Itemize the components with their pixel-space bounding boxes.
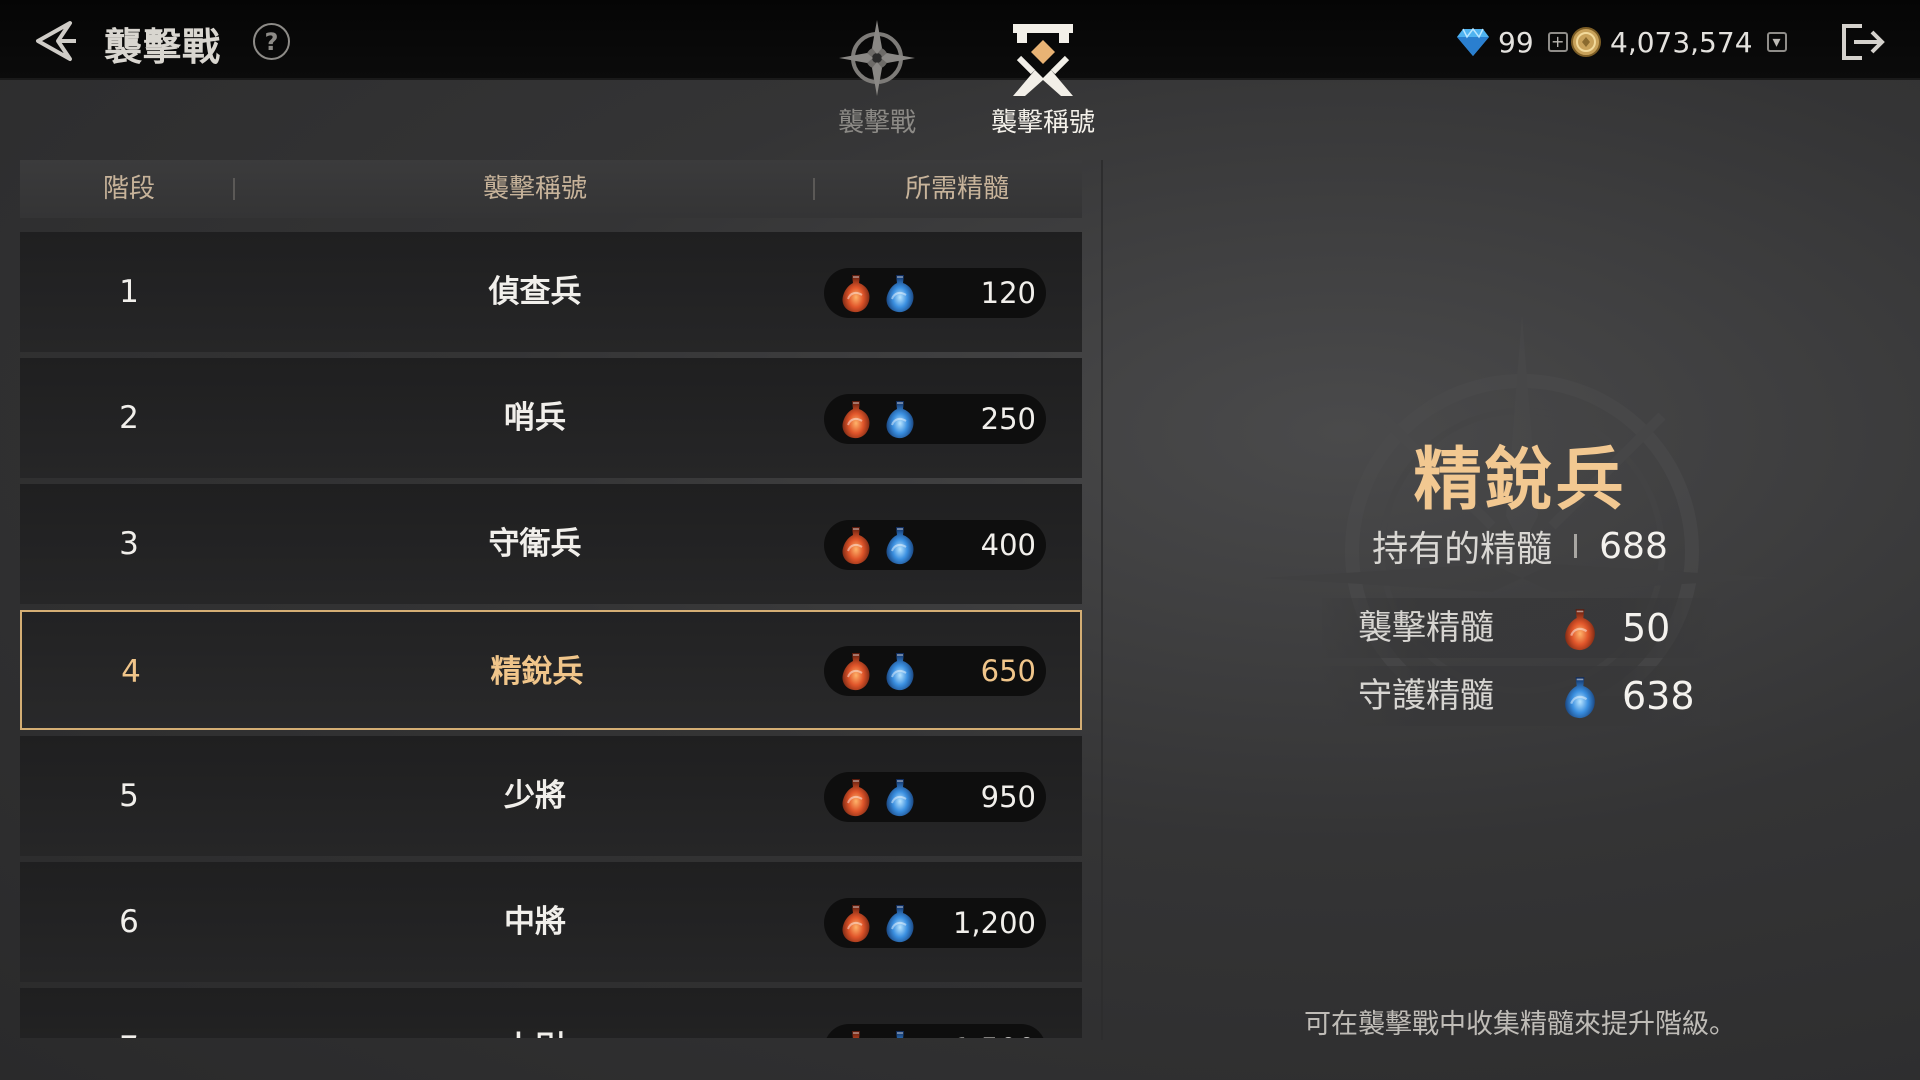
header-title: 襲擊稱號 (482, 174, 587, 204)
red-essence-icon (836, 271, 876, 315)
required-amount: 950 (980, 780, 1036, 814)
table-row[interactable]: 3 守衛兵 400 (20, 484, 1082, 604)
row-stage: 7 (20, 988, 238, 1038)
raid-essence-row: 襲擊精髓 50 (1322, 598, 1720, 658)
table-row[interactable]: 2 哨兵 250 (20, 358, 1082, 478)
required-amount: 1,200 (952, 906, 1036, 940)
exit-icon (1842, 24, 1885, 60)
hint-text: 可在襲擊戰中收集精髓來提升階級。 (1304, 1009, 1736, 1040)
red-essence-icon (836, 523, 876, 567)
help-icon: ? (264, 27, 279, 56)
owned-essence-summary: 持有的精髓 688 (1270, 520, 1770, 572)
essence-requirement: 1,200 (824, 898, 1046, 948)
separator (1574, 534, 1578, 558)
required-amount: 400 (980, 528, 1036, 562)
chevron-down-icon: ▾ (1772, 32, 1781, 51)
row-title: 守衛兵 (488, 526, 582, 562)
essence-requirement: 650 (824, 646, 1046, 696)
back-arrow-icon (36, 21, 76, 61)
gold-currency: 4,073,574 ▾ (1570, 22, 1787, 62)
required-amount: 650 (980, 654, 1036, 688)
row-title: 中將 (504, 904, 566, 940)
essence-requirement: 120 (824, 268, 1046, 318)
blue-essence-icon (880, 775, 920, 819)
blue-essence-icon (880, 397, 920, 441)
red-essence-icon (836, 649, 876, 693)
panel-divider (1101, 160, 1103, 1040)
essence-requirement: 1,500 (824, 1024, 1046, 1038)
red-essence-icon (836, 1027, 876, 1038)
table-row-selected[interactable]: 4 精銳兵 650 (20, 610, 1082, 730)
compass-star-icon (839, 20, 915, 96)
table-row[interactable]: 1 偵查兵 120 (20, 232, 1082, 352)
essence-requirement: 250 (824, 394, 1046, 444)
header-divider (233, 178, 235, 200)
tab-raid-titles[interactable]: 襲擊稱號 (978, 18, 1108, 138)
guard-essence-label: 守護精髓 (1358, 676, 1494, 716)
header-required-essence: 所需精髓 (904, 174, 1009, 204)
rank-list[interactable]: 1 偵查兵 120 2 哨兵 250 3 守衛兵 400 4 精銳兵 650 5… (20, 232, 1082, 1038)
essence-requirement: 400 (824, 520, 1046, 570)
row-title: 精銳兵 (490, 654, 584, 690)
red-essence-icon (836, 397, 876, 441)
red-essence-icon (1558, 604, 1602, 654)
table-row[interactable]: 6 中將 1,200 (20, 862, 1082, 982)
table-row[interactable]: 7 上尉 1,500 (20, 988, 1082, 1038)
exit-button[interactable] (1838, 20, 1888, 64)
back-button[interactable] (28, 18, 80, 64)
row-stage: 6 (119, 904, 139, 940)
raid-essence-value: 50 (1622, 606, 1671, 650)
gold-coin-icon (1571, 27, 1601, 57)
row-stage: 1 (119, 274, 139, 310)
plus-icon: + (1550, 32, 1565, 51)
header-divider (813, 178, 815, 200)
row-stage: 4 (121, 654, 141, 690)
row-stage: 2 (119, 400, 139, 436)
blue-essence-icon (880, 523, 920, 567)
essence-requirement: 950 (824, 772, 1046, 822)
guard-essence-value: 638 (1622, 674, 1695, 718)
tab-raid[interactable]: 襲擊戰 (812, 18, 942, 138)
table-row[interactable]: 5 少將 950 (20, 736, 1082, 856)
blue-essence-icon (1558, 672, 1602, 722)
rank-insignia-icon (1013, 24, 1073, 96)
diamond-icon (1457, 27, 1489, 56)
owned-essence-label: 持有的精髓 (1372, 529, 1553, 570)
row-title: 哨兵 (504, 400, 566, 436)
required-amount: 120 (980, 276, 1036, 310)
row-title: 少將 (504, 778, 566, 814)
tab-raid-label: 襲擊戰 (837, 108, 916, 138)
blue-essence-icon (880, 649, 920, 693)
table-header: 階段 襲擊稱號 所需精髓 (20, 160, 1082, 218)
blue-essence-icon (880, 901, 920, 945)
required-amount: 250 (980, 402, 1036, 436)
owned-essence-value: 688 (1599, 525, 1668, 567)
gem-count: 99 (1498, 25, 1534, 59)
gold-dropdown-button[interactable]: ▾ (1766, 32, 1787, 52)
red-essence-icon (836, 775, 876, 819)
page-title: 襲擊戰 (104, 25, 222, 69)
blue-essence-icon (880, 271, 920, 315)
blue-essence-icon (880, 1027, 920, 1038)
top-bar: 襲擊戰 ? 99 + 4,073,574 ▾ (0, 0, 1920, 80)
add-gems-button[interactable]: + (1547, 32, 1568, 52)
header-stage: 階段 (102, 174, 155, 204)
required-amount: 1,500 (953, 1024, 1036, 1038)
red-essence-icon (836, 901, 876, 945)
gem-currency: 99 + (1456, 22, 1568, 62)
help-button[interactable]: ? (253, 23, 290, 60)
row-stage: 5 (119, 778, 139, 814)
selected-rank-name: 精銳兵 (1413, 441, 1627, 520)
row-title: 偵查兵 (488, 274, 582, 310)
tab-raid-titles-label: 襲擊稱號 (990, 108, 1095, 138)
guard-essence-row: 守護精髓 638 (1322, 666, 1720, 726)
raid-essence-label: 襲擊精髓 (1358, 608, 1494, 648)
row-title: 上尉 (238, 988, 832, 1038)
gold-count: 4,073,574 (1610, 25, 1753, 59)
row-stage: 3 (119, 526, 139, 562)
